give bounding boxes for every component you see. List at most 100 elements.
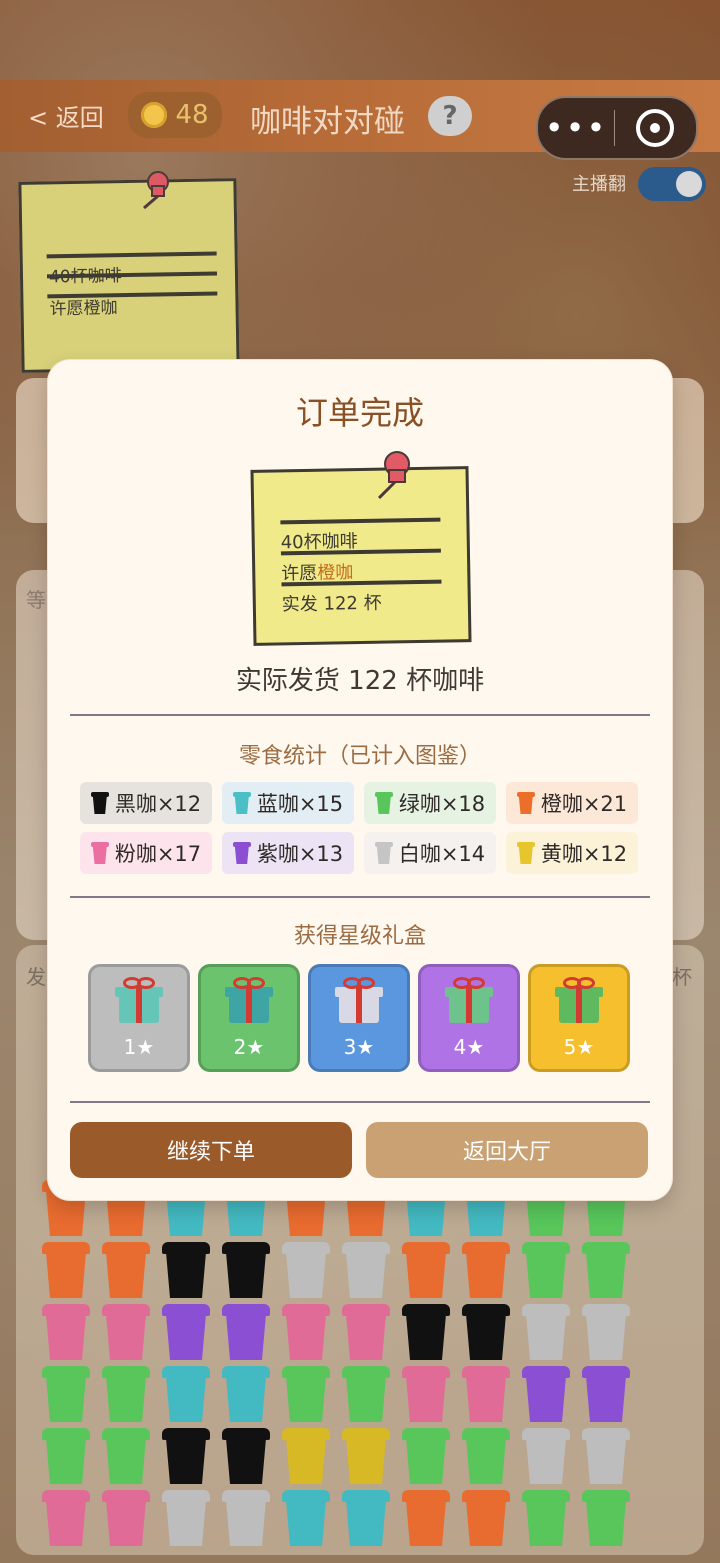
gift-star-label: 3★ [343,1035,375,1059]
coffee-cup[interactable] [462,1490,510,1546]
coffee-cup[interactable] [162,1366,210,1422]
cup-body [286,1500,326,1546]
coffee-cup[interactable] [282,1428,330,1484]
coffee-cup[interactable] [222,1428,270,1484]
cup-lid [42,1366,90,1378]
coffee-cup[interactable] [102,1304,150,1360]
coffee-cup[interactable] [342,1366,390,1422]
coffee-cup[interactable] [522,1304,570,1360]
gift-box-card: 5★ [528,964,630,1072]
cup-lid [102,1366,150,1378]
coffee-cup[interactable] [402,1366,450,1422]
cup-lid [222,1366,270,1378]
coffee-cup[interactable] [102,1490,150,1546]
snack-chip-label: 黑咖×12 [114,792,202,816]
cup-lid [522,1490,570,1502]
stream-toggle[interactable] [638,167,706,201]
cup-body [586,1252,626,1298]
coffee-cup[interactable] [462,1428,510,1484]
coffee-cup[interactable] [42,1242,90,1298]
coffee-cup[interactable] [162,1304,210,1360]
cup-body [406,1314,446,1360]
sticky-note: 40杯咖啡 许愿橙咖 实发 122 杯 [250,466,472,646]
cup-body [466,1500,506,1546]
cup-body [346,1314,386,1360]
cup-lid [42,1490,90,1502]
background-left-label: 等 [26,588,46,612]
more-button[interactable]: ••• [538,109,614,147]
back-button[interactable]: < 返回 [28,98,104,133]
coffee-cup[interactable] [582,1490,630,1546]
coffee-cup[interactable] [42,1428,90,1484]
coffee-cup[interactable] [222,1242,270,1298]
cup-icon [232,842,251,864]
cup-body [46,1376,86,1422]
cup-lid [342,1366,390,1378]
cup-body [46,1252,86,1298]
gift-box-icon [111,975,167,1031]
help-button[interactable]: ? [428,96,472,136]
coffee-cup[interactable] [162,1428,210,1484]
coffee-cup[interactable] [462,1366,510,1422]
snack-chip-label: 橙咖×21 [540,792,628,816]
coffee-cup[interactable] [42,1490,90,1546]
cup-body [466,1252,506,1298]
gift-box-icon [441,975,497,1031]
note-line-1: 40杯咖啡 [48,266,122,288]
return-lobby-button[interactable]: 返回大厅 [366,1122,648,1178]
cup-lid [582,1304,630,1316]
coffee-cup[interactable] [282,1242,330,1298]
coffee-cup[interactable] [462,1304,510,1360]
coffee-cup[interactable] [522,1428,570,1484]
coffee-cup[interactable] [222,1490,270,1546]
coffee-cup[interactable] [402,1428,450,1484]
snack-chip: 黑咖×12 [80,782,212,824]
cup-body [346,1252,386,1298]
coffee-cup[interactable] [162,1242,210,1298]
cup-lid [582,1490,630,1502]
divider [70,1101,650,1103]
coffee-cup[interactable] [102,1242,150,1298]
coffee-cup[interactable] [42,1304,90,1360]
cup-body [226,1500,266,1546]
coffee-cup[interactable] [402,1242,450,1298]
gift-box-card: 4★ [418,964,520,1072]
gift-box-card: 2★ [198,964,300,1072]
cup-lid [582,1428,630,1440]
coffee-cup[interactable] [342,1490,390,1546]
gift-star-label: 4★ [453,1035,485,1059]
cup-lid [342,1490,390,1502]
coffee-cup[interactable] [462,1242,510,1298]
coffee-cup[interactable] [342,1242,390,1298]
coffee-cup[interactable] [222,1366,270,1422]
continue-order-button[interactable]: 继续下单 [70,1122,352,1178]
coffee-cup[interactable] [282,1304,330,1360]
coffee-cup[interactable] [402,1304,450,1360]
coffee-cup[interactable] [342,1428,390,1484]
coffee-cup[interactable] [342,1304,390,1360]
cup-body [406,1252,446,1298]
coffee-cup[interactable] [102,1428,150,1484]
close-miniapp-button[interactable] [615,109,695,147]
coffee-cup[interactable] [162,1490,210,1546]
cup-body [526,1438,566,1484]
coffee-cup[interactable] [282,1490,330,1546]
cup-lid [402,1490,450,1502]
background-send-label: 发 [26,965,46,989]
coffee-cup[interactable] [522,1490,570,1546]
coffee-cup[interactable] [42,1366,90,1422]
coffee-cup[interactable] [102,1366,150,1422]
snack-chip-label: 白咖×14 [398,842,486,866]
cup-lid [162,1428,210,1440]
coffee-cup[interactable] [582,1428,630,1484]
coffee-cup[interactable] [582,1366,630,1422]
coffee-cup[interactable] [402,1490,450,1546]
coffee-cup[interactable] [522,1242,570,1298]
coffee-cup[interactable] [282,1366,330,1422]
coffee-cup[interactable] [582,1304,630,1360]
coffee-cup[interactable] [522,1366,570,1422]
cup-lid [282,1428,330,1440]
cup-lid [162,1304,210,1316]
coffee-cup[interactable] [222,1304,270,1360]
coffee-cup[interactable] [582,1242,630,1298]
